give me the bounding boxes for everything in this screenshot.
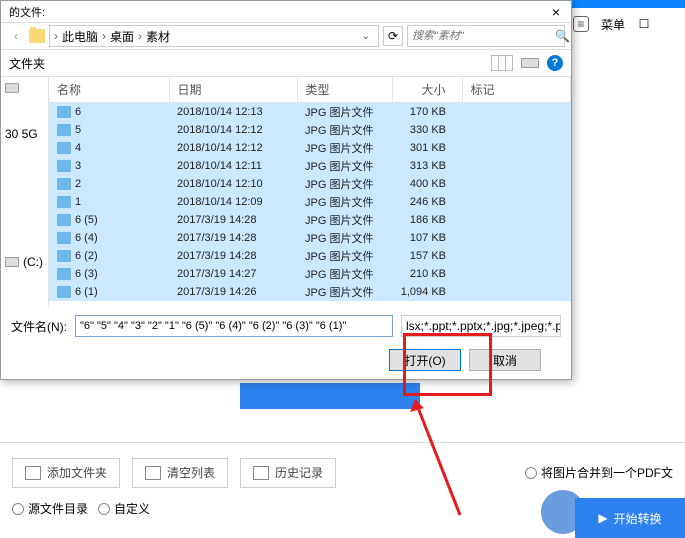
col-size[interactable]: 大小 [392,77,462,103]
preview-pane-icon[interactable] [521,58,539,68]
trash-icon [145,466,161,480]
table-row[interactable]: 32018/10/14 12:11JPG 图片文件313 KB [49,157,571,175]
image-file-icon [57,196,71,208]
filename-label: 文件名(N): [11,318,67,335]
table-row[interactable]: 6 (1)2017/3/19 14:26JPG 图片文件1,094 KB [49,283,571,301]
sidebar-item[interactable]: 30 5G [1,125,48,143]
image-file-icon [57,232,71,244]
app-header-right: ≡ 菜单 ☐ [565,8,685,40]
custom-option[interactable]: 自定义 [98,500,150,517]
table-row[interactable]: 62018/10/14 12:13JPG 图片文件170 KB [49,103,571,122]
table-row[interactable]: 52018/10/14 12:12JPG 图片文件330 KB [49,121,571,139]
breadcrumb[interactable]: › 此电脑 › 桌面 › 素材 ⌄ [49,25,379,47]
merge-pdf-option[interactable]: 将图片合并到一个PDF文 [525,464,673,481]
col-tag[interactable]: 标记 [462,77,571,103]
image-file-icon [57,178,71,190]
table-row[interactable]: 6 (3)2017/3/19 14:27JPG 图片文件210 KB [49,265,571,283]
col-date[interactable]: 日期 [169,77,297,103]
bottom-toolbar: 添加文件夹 清空列表 历史记录 将图片合并到一个PDF文 [0,442,685,502]
table-row[interactable]: 12018/10/14 12:09JPG 图片文件246 KB [49,193,571,211]
image-file-icon [57,160,71,172]
image-file-icon [57,268,71,280]
col-name[interactable]: 名称 [49,77,169,103]
chevron-down-icon[interactable]: ⌄ [362,31,370,42]
image-file-icon [57,250,71,262]
clock-icon [253,466,269,480]
radio-icon [12,503,24,515]
crumb-1[interactable]: 此电脑 [60,28,100,45]
image-file-icon [57,286,71,298]
sidebar-item[interactable]: (C:) [1,253,48,271]
sidebar-item[interactable] [1,81,48,95]
image-file-icon [57,142,71,154]
folder-plus-icon [25,466,41,480]
dialog-toolbar: 文件夹 ? [1,49,571,77]
nav-back-icon[interactable]: ‹ [7,27,25,45]
filename-input[interactable] [75,315,393,337]
cancel-button[interactable]: 取消 [469,349,541,371]
image-file-icon [57,124,71,136]
search-input[interactable]: 🔍 [407,25,565,47]
image-file-icon [57,106,71,118]
filename-row: 文件名(N): lsx;*.ppt;*.pptx;*.jpg;*.jpeg;*.… [1,307,571,345]
col-type[interactable]: 类型 [297,77,392,103]
drive-icon [5,83,19,93]
history-button[interactable]: 历史记录 [240,458,336,488]
dialog-sidebar: 30 5G (C:) [1,77,49,307]
clear-list-button[interactable]: 清空列表 [132,458,228,488]
search-field[interactable] [412,30,555,42]
drive-icon [5,257,19,267]
folder-icon [29,29,45,43]
table-row[interactable]: 42018/10/14 12:12JPG 图片文件301 KB [49,139,571,157]
maximize-icon[interactable]: ☐ [637,17,651,31]
new-folder-label[interactable]: 文件夹 [9,55,45,72]
dialog-actions: 打开(O) 取消 [1,345,571,375]
view-options-icon[interactable] [491,55,513,71]
radio-icon [525,467,537,479]
image-file-icon [57,214,71,226]
table-row[interactable]: 6 (5)2017/3/19 14:28JPG 图片文件186 KB [49,211,571,229]
radio-icon [98,503,110,515]
add-folder-button[interactable]: 添加文件夹 [12,458,120,488]
src-dir-option[interactable]: 源文件目录 [12,500,88,517]
file-open-dialog: 的文件: × ‹ › 此电脑 › 桌面 › 素材 ⌄ ⟳ 🔍 文件夹 ? [0,0,572,380]
menu-label[interactable]: 菜单 [601,16,625,33]
table-row[interactable]: 6 (4)2017/3/19 14:28JPG 图片文件107 KB [49,229,571,247]
search-icon: 🔍 [555,29,570,43]
crumb-2[interactable]: 桌面 [108,28,136,45]
close-icon[interactable]: × [547,3,565,21]
menu-icon[interactable]: ≡ [573,16,589,32]
dialog-titlebar: 的文件: × [1,1,571,23]
help-icon[interactable]: ? [547,55,563,71]
background-primary-button[interactable] [240,383,420,409]
refresh-icon[interactable]: ⟳ [383,26,403,46]
table-row[interactable]: 22018/10/14 12:10JPG 图片文件400 KB [49,175,571,193]
start-convert-button[interactable]: ▶ 开始转换 [575,498,685,538]
file-filter-dropdown[interactable]: lsx;*.ppt;*.pptx;*.jpg;*.jpeg;*.png;*.bm… [401,315,561,337]
breadcrumb-bar: ‹ › 此电脑 › 桌面 › 素材 ⌄ ⟳ 🔍 [1,23,571,49]
open-button[interactable]: 打开(O) [389,349,461,371]
dialog-title: 的文件: [9,4,45,20]
table-row[interactable]: 6 (2)2017/3/19 14:28JPG 图片文件157 KB [49,247,571,265]
crumb-3[interactable]: 素材 [144,28,172,45]
file-list[interactable]: 名称 日期 类型 大小 标记 62018/10/14 12:13JPG 图片文件… [49,77,571,307]
play-icon: ▶ [598,511,607,525]
